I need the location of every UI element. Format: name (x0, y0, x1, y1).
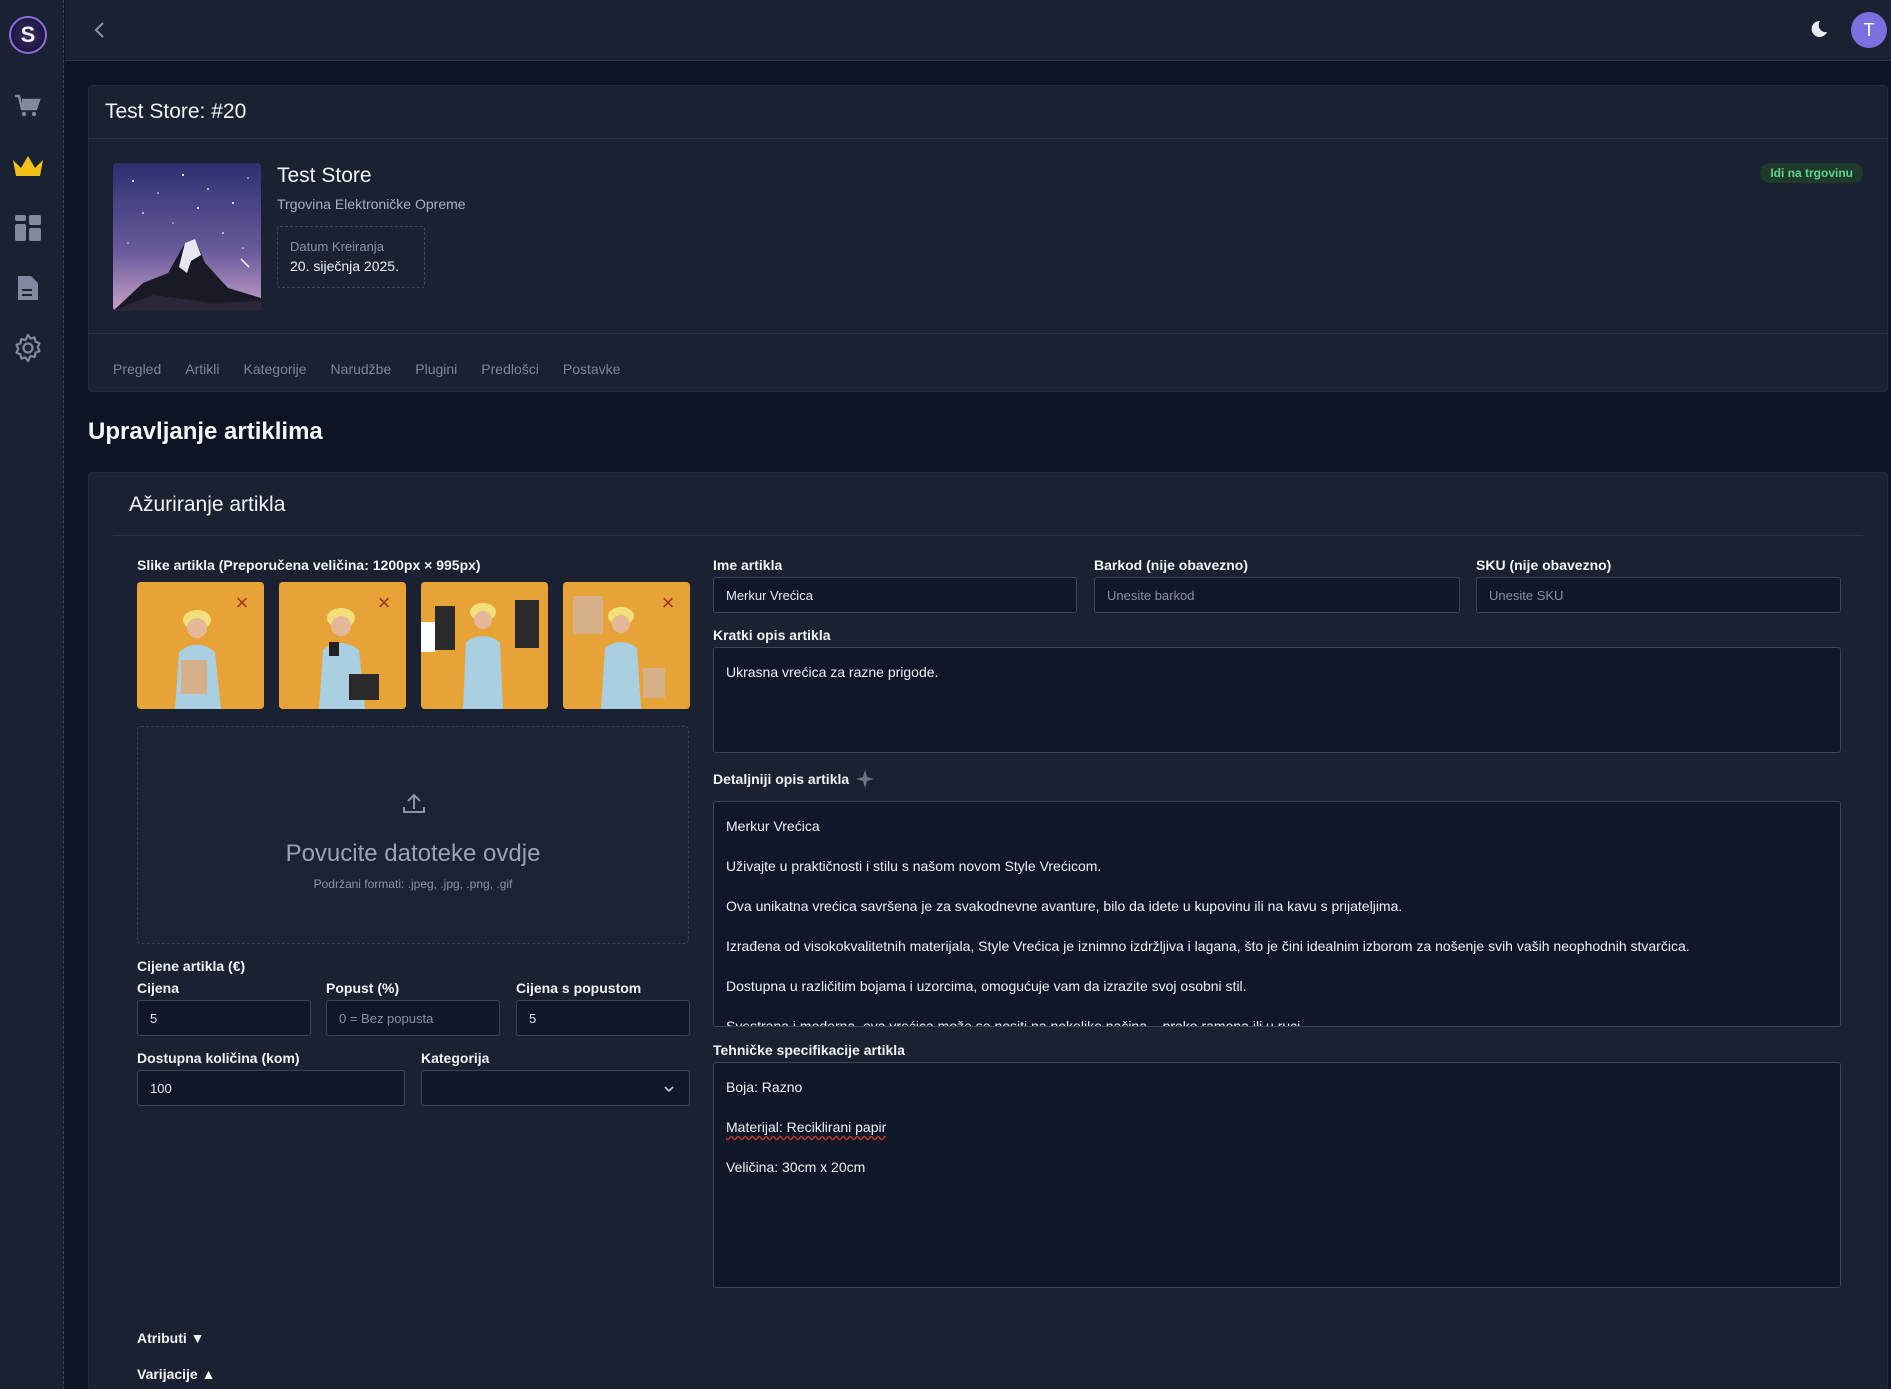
long-desc-line: Izrađena od visokokvalitetnih materijala… (726, 938, 1690, 954)
short-desc-textarea[interactable]: Ukrasna vrećica za razne prigode. (713, 647, 1841, 753)
upload-icon (403, 793, 425, 813)
file-dropzone[interactable]: Povucite datoteke ovdje Podržani formati… (137, 726, 689, 944)
short-desc-text: Ukrasna vrećica za razne prigode. (726, 664, 939, 680)
settings-icon (15, 333, 41, 363)
back-button[interactable] (87, 18, 111, 42)
divider (113, 535, 1863, 536)
product-image-thumb[interactable] (421, 582, 548, 709)
tech-specs-textarea[interactable]: Boja: Razno Materijal: Reciklirani papir… (713, 1062, 1841, 1288)
discounted-price-input[interactable]: 5 (516, 1000, 690, 1036)
store-subtitle: Trgovina Elektroničke Opreme (277, 196, 466, 212)
tech-spec-line: Boja: Razno (726, 1079, 803, 1095)
tech-spec-line: Veličina: 30cm x 20cm (726, 1159, 866, 1175)
date-label: Datum Kreiranja (290, 239, 384, 254)
long-desc-line: Svestrana i moderna, ova vrećica može se… (726, 1018, 1305, 1027)
barcode-input[interactable]: Unesite barkod (1094, 577, 1460, 613)
quantity-label: Dostupna količina (kom) (137, 1050, 300, 1066)
sidebar-item-settings[interactable] (10, 330, 46, 366)
sku-input[interactable]: Unesite SKU (1476, 577, 1841, 613)
long-desc-textarea[interactable]: Merkur Vrećica Uživajte u praktičnosti i… (713, 801, 1841, 1027)
creation-date-box: Datum Kreiranja 20. siječnja 2025. (277, 226, 425, 288)
quantity-input[interactable]: 100 (137, 1070, 405, 1106)
sparkle-icon[interactable] (856, 770, 874, 788)
cart-icon (15, 94, 41, 117)
store-card-title: Test Store: #20 (105, 100, 247, 123)
product-image-thumb[interactable]: × (279, 582, 406, 709)
remove-image-icon[interactable]: × (232, 592, 252, 614)
store-name: Test Store (277, 164, 372, 187)
tech-specs-label: Tehničke specifikacije artikla (713, 1042, 905, 1058)
document-icon (18, 276, 38, 300)
barcode-label: Barkod (nije obavezno) (1094, 557, 1249, 573)
tab-kategorije[interactable]: Kategorije (244, 361, 307, 377)
divider (89, 333, 1887, 334)
tab-plugini[interactable]: Plugini (415, 361, 457, 377)
tab-predlosci[interactable]: Predlošci (481, 361, 539, 377)
long-desc-line: Ova unikatna vrećica savršena je za svak… (726, 898, 1403, 914)
crown-icon (13, 156, 43, 176)
theme-toggle-button[interactable] (1807, 18, 1831, 42)
chevron-down-icon (664, 1086, 674, 1093)
long-desc-line: Dostupna u različitim bojama i uzorcima,… (726, 978, 1247, 994)
moon-icon (1811, 20, 1827, 37)
dropzone-title: Povucite datoteke ovdje (285, 840, 541, 867)
update-product-card: Ažuriranje artikla Slike artikla (Prepor… (88, 472, 1888, 1389)
dashboard-icon (15, 215, 41, 241)
avatar-letter: T (1863, 19, 1875, 40)
sidebar-item-cart[interactable] (10, 88, 46, 124)
discounted-price-label: Cijena s popustom (516, 980, 642, 996)
store-tabs: Pregled Artikli Kategorije Narudžbe Plug… (113, 361, 620, 377)
page-title: Upravljanje artiklima (88, 418, 323, 445)
divider (89, 138, 1887, 139)
price-input[interactable]: 5 (137, 1000, 311, 1036)
tab-pregled[interactable]: Pregled (113, 361, 161, 377)
long-desc-line: Uživajte u praktičnosti i stilu s našom … (726, 858, 1102, 874)
price-label: Cijena (137, 980, 180, 996)
category-label: Kategorija (421, 1050, 490, 1066)
mountain-night-image (113, 163, 261, 311)
sidebar-item-premium[interactable] (10, 149, 46, 185)
tab-narudzbe[interactable]: Narudžbe (331, 361, 392, 377)
logo-letter: S (20, 22, 36, 47)
product-photo (421, 582, 548, 709)
store-header-card: Test Store: #20 Test Store Trgovina Elek… (88, 85, 1888, 392)
sku-label: SKU (nije obavezno) (1476, 557, 1612, 573)
prices-label: Cijene artikla (€) (137, 958, 246, 974)
short-desc-label: Kratki opis artikla (713, 627, 831, 643)
attributes-toggle[interactable]: Atributi ▼ (137, 1330, 205, 1346)
category-select[interactable] (421, 1070, 690, 1106)
user-avatar[interactable]: T (1851, 12, 1887, 48)
variations-toggle[interactable]: Varijacije ▲ (137, 1366, 215, 1382)
discount-label: Popust (%) (326, 980, 400, 996)
images-label: Slike artikla (Preporučena veličina: 120… (137, 557, 481, 573)
sidebar-item-documents[interactable] (10, 270, 46, 306)
chevron-left-icon (94, 22, 104, 38)
topbar: T (65, 0, 1891, 61)
app-logo[interactable]: S (9, 16, 47, 54)
tab-artikli[interactable]: Artikli (185, 361, 219, 377)
goto-store-link[interactable]: Idi na trgovinu (1760, 163, 1863, 183)
name-input[interactable]: Merkur Vrećica (713, 577, 1077, 613)
tab-postavke[interactable]: Postavke (563, 361, 621, 377)
remove-image-icon[interactable]: × (658, 592, 678, 614)
product-image-thumb[interactable]: × (563, 582, 690, 709)
dropzone-formats: Podržani formati: .jpeg, .jpg, .png, .gi… (313, 877, 513, 891)
tech-spec-line: Materijal: Reciklirani papir (726, 1119, 887, 1135)
discount-input[interactable]: 0 = Bez popusta (326, 1000, 500, 1036)
long-desc-line: Merkur Vrećica (726, 818, 820, 834)
store-image (113, 163, 261, 311)
remove-image-icon[interactable]: × (374, 592, 394, 614)
sidebar: S (0, 0, 64, 1389)
sidebar-item-dashboard[interactable] (10, 210, 46, 246)
product-image-thumb[interactable]: × (137, 582, 264, 709)
form-title: Ažuriranje artikla (129, 493, 286, 516)
long-desc-label: Detaljniji opis artikla (713, 771, 850, 787)
name-label: Ime artikla (713, 557, 783, 573)
date-value: 20. siječnja 2025. (290, 258, 399, 274)
